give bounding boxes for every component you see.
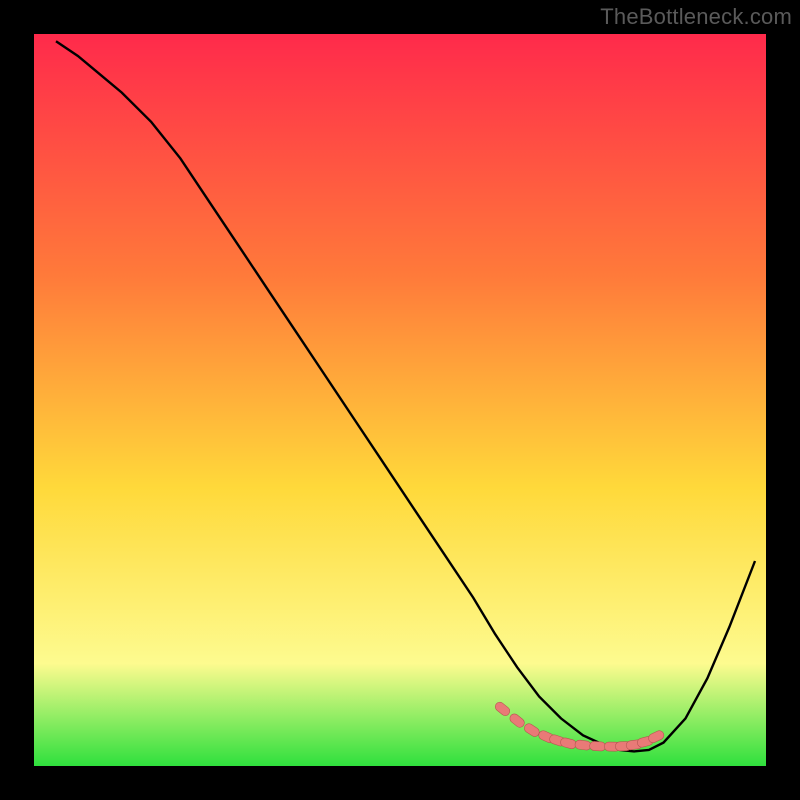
bottleneck-chart — [34, 34, 766, 766]
chart-frame: TheBottleneck.com — [0, 0, 800, 800]
watermark-label: TheBottleneck.com — [600, 4, 792, 30]
highlight-marker — [589, 741, 606, 751]
gradient-background — [34, 34, 766, 766]
